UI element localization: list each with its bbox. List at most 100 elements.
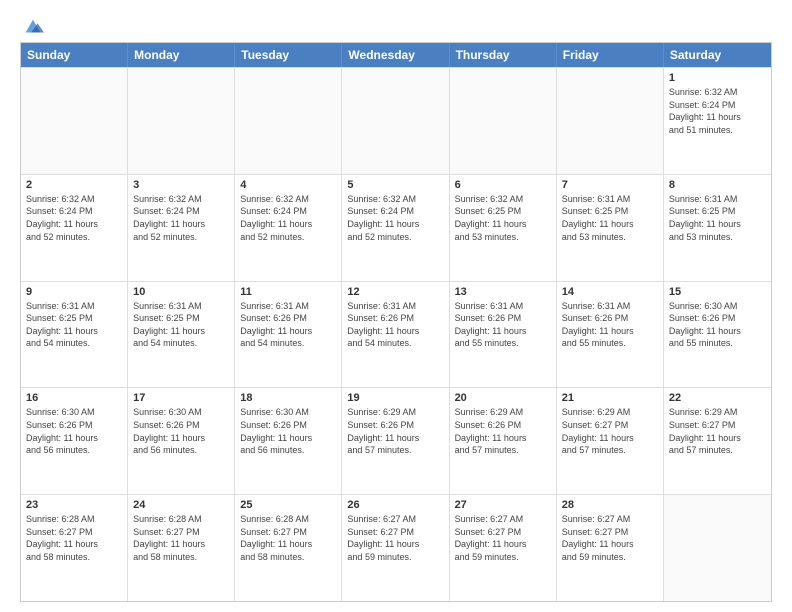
day-number: 12: [347, 286, 443, 298]
calendar-cell: 10Sunrise: 6:31 AM Sunset: 6:25 PM Dayli…: [128, 282, 235, 388]
calendar-header-monday: Monday: [128, 43, 235, 67]
day-info: Sunrise: 6:30 AM Sunset: 6:26 PM Dayligh…: [133, 406, 229, 456]
calendar-cell: 1 Sunrise: 6:32 AM Sunset: 6:24 PM Daylig…: [664, 68, 771, 174]
day-info: Sunrise: 6:29 AM Sunset: 6:26 PM Dayligh…: [455, 406, 551, 456]
day-number: 15: [669, 286, 766, 298]
day-info: Sunrise: 6:31 AM Sunset: 6:25 PM Dayligh…: [562, 193, 658, 243]
calendar-cell: 18 Sunrise: 6:30 AM Sunset: 6:26 PM Dayli…: [235, 388, 342, 494]
calendar-cell: 19 Sunrise: 6:29 AM Sunset: 6:26 PM Dayli…: [342, 388, 449, 494]
calendar-cell: 8 Sunrise: 6:31 AM Sunset: 6:25 PM Daylig…: [664, 175, 771, 281]
day-info: Sunrise: 6:31 AM Sunset: 6:25 PM Dayligh…: [26, 300, 122, 350]
day-number: 23: [26, 499, 122, 511]
calendar-cell: 2 Sunrise: 6:32 AM Sunset: 6:24 PM Daylig…: [21, 175, 128, 281]
day-number: 25: [240, 499, 336, 511]
day-info: Sunrise: 6:31 AM Sunset: 6:26 PM Dayligh…: [347, 300, 443, 350]
calendar-cell: 4 Sunrise: 6:32 AM Sunset: 6:24 PM Daylig…: [235, 175, 342, 281]
calendar-cell: [128, 68, 235, 174]
calendar-cell: 9Sunrise: 6:31 AM Sunset: 6:25 PM Daylig…: [21, 282, 128, 388]
calendar-week-3: 16 Sunrise: 6:30 AM Sunset: 6:26 PM Dayli…: [21, 387, 771, 494]
day-info: Sunrise: 6:27 AM Sunset: 6:27 PM Dayligh…: [455, 513, 551, 563]
day-number: 24: [133, 499, 229, 511]
calendar-cell: [342, 68, 449, 174]
calendar-cell: [21, 68, 128, 174]
day-number: 16: [26, 392, 122, 404]
day-info: Sunrise: 6:30 AM Sunset: 6:26 PM Dayligh…: [240, 406, 336, 456]
calendar-cell: 11 Sunrise: 6:31 AM Sunset: 6:26 PM Dayli…: [235, 282, 342, 388]
calendar-header-friday: Friday: [557, 43, 664, 67]
calendar-cell: 27 Sunrise: 6:27 AM Sunset: 6:27 PM Dayli…: [450, 495, 557, 601]
calendar-header-saturday: Saturday: [664, 43, 771, 67]
calendar-cell: 14 Sunrise: 6:31 AM Sunset: 6:26 PM Dayli…: [557, 282, 664, 388]
day-number: 2: [26, 179, 122, 191]
day-number: 13: [455, 286, 551, 298]
day-number: 3: [133, 179, 229, 191]
day-number: 17: [133, 392, 229, 404]
calendar-cell: 15 Sunrise: 6:30 AM Sunset: 6:26 PM Dayli…: [664, 282, 771, 388]
day-number: 21: [562, 392, 658, 404]
day-info: Sunrise: 6:32 AM Sunset: 6:24 PM Dayligh…: [347, 193, 443, 243]
day-number: 6: [455, 179, 551, 191]
calendar-cell: 25 Sunrise: 6:28 AM Sunset: 6:27 PM Dayli…: [235, 495, 342, 601]
calendar-cell: [235, 68, 342, 174]
calendar-cell: 24 Sunrise: 6:28 AM Sunset: 6:27 PM Dayli…: [128, 495, 235, 601]
calendar-cell: 7 Sunrise: 6:31 AM Sunset: 6:25 PM Daylig…: [557, 175, 664, 281]
day-info: Sunrise: 6:30 AM Sunset: 6:26 PM Dayligh…: [26, 406, 122, 456]
calendar-cell: [664, 495, 771, 601]
calendar-cell: 22Sunrise: 6:29 AM Sunset: 6:27 PM Dayli…: [664, 388, 771, 494]
calendar-cell: 12 Sunrise: 6:31 AM Sunset: 6:26 PM Dayli…: [342, 282, 449, 388]
calendar-cell: 13 Sunrise: 6:31 AM Sunset: 6:26 PM Dayli…: [450, 282, 557, 388]
calendar-cell: [557, 68, 664, 174]
calendar-week-2: 9Sunrise: 6:31 AM Sunset: 6:25 PM Daylig…: [21, 281, 771, 388]
logo-icon: [22, 16, 44, 38]
day-info: Sunrise: 6:28 AM Sunset: 6:27 PM Dayligh…: [26, 513, 122, 563]
calendar-cell: 28Sunrise: 6:27 AM Sunset: 6:27 PM Dayli…: [557, 495, 664, 601]
day-info: Sunrise: 6:31 AM Sunset: 6:26 PM Dayligh…: [562, 300, 658, 350]
calendar-header-tuesday: Tuesday: [235, 43, 342, 67]
calendar-cell: 23 Sunrise: 6:28 AM Sunset: 6:27 PM Dayli…: [21, 495, 128, 601]
day-number: 22: [669, 392, 766, 404]
day-info: Sunrise: 6:32 AM Sunset: 6:24 PM Dayligh…: [133, 193, 229, 243]
day-number: 27: [455, 499, 551, 511]
day-number: 1: [669, 72, 766, 84]
day-number: 18: [240, 392, 336, 404]
day-info: Sunrise: 6:29 AM Sunset: 6:27 PM Dayligh…: [562, 406, 658, 456]
day-info: Sunrise: 6:32 AM Sunset: 6:24 PM Dayligh…: [669, 86, 766, 136]
calendar-cell: 21 Sunrise: 6:29 AM Sunset: 6:27 PM Dayli…: [557, 388, 664, 494]
day-info: Sunrise: 6:28 AM Sunset: 6:27 PM Dayligh…: [133, 513, 229, 563]
day-number: 7: [562, 179, 658, 191]
day-info: Sunrise: 6:32 AM Sunset: 6:24 PM Dayligh…: [26, 193, 122, 243]
day-number: 11: [240, 286, 336, 298]
calendar-header-thursday: Thursday: [450, 43, 557, 67]
calendar-cell: 16 Sunrise: 6:30 AM Sunset: 6:26 PM Dayli…: [21, 388, 128, 494]
day-info: Sunrise: 6:30 AM Sunset: 6:26 PM Dayligh…: [669, 300, 766, 350]
day-number: 14: [562, 286, 658, 298]
calendar-cell: 3 Sunrise: 6:32 AM Sunset: 6:24 PM Daylig…: [128, 175, 235, 281]
logo: [20, 16, 44, 34]
calendar-header-row: SundayMondayTuesdayWednesdayThursdayFrid…: [21, 43, 771, 67]
calendar-cell: 5Sunrise: 6:32 AM Sunset: 6:24 PM Daylig…: [342, 175, 449, 281]
day-info: Sunrise: 6:28 AM Sunset: 6:27 PM Dayligh…: [240, 513, 336, 563]
day-number: 8: [669, 179, 766, 191]
calendar-week-1: 2 Sunrise: 6:32 AM Sunset: 6:24 PM Daylig…: [21, 174, 771, 281]
day-info: Sunrise: 6:29 AM Sunset: 6:26 PM Dayligh…: [347, 406, 443, 456]
calendar-body: 1 Sunrise: 6:32 AM Sunset: 6:24 PM Daylig…: [21, 67, 771, 601]
day-number: 28: [562, 499, 658, 511]
day-info: Sunrise: 6:32 AM Sunset: 6:25 PM Dayligh…: [455, 193, 551, 243]
calendar-cell: 26 Sunrise: 6:27 AM Sunset: 6:27 PM Dayli…: [342, 495, 449, 601]
calendar-header-wednesday: Wednesday: [342, 43, 449, 67]
calendar-cell: 20 Sunrise: 6:29 AM Sunset: 6:26 PM Dayli…: [450, 388, 557, 494]
day-info: Sunrise: 6:27 AM Sunset: 6:27 PM Dayligh…: [347, 513, 443, 563]
calendar-cell: [450, 68, 557, 174]
day-info: Sunrise: 6:31 AM Sunset: 6:25 PM Dayligh…: [669, 193, 766, 243]
calendar-cell: 17 Sunrise: 6:30 AM Sunset: 6:26 PM Dayli…: [128, 388, 235, 494]
day-info: Sunrise: 6:31 AM Sunset: 6:26 PM Dayligh…: [240, 300, 336, 350]
page: SundayMondayTuesdayWednesdayThursdayFrid…: [0, 0, 792, 612]
day-info: Sunrise: 6:32 AM Sunset: 6:24 PM Dayligh…: [240, 193, 336, 243]
day-number: 4: [240, 179, 336, 191]
day-info: Sunrise: 6:31 AM Sunset: 6:26 PM Dayligh…: [455, 300, 551, 350]
day-number: 10: [133, 286, 229, 298]
day-number: 26: [347, 499, 443, 511]
day-number: 20: [455, 392, 551, 404]
day-number: 19: [347, 392, 443, 404]
header: [20, 16, 772, 34]
